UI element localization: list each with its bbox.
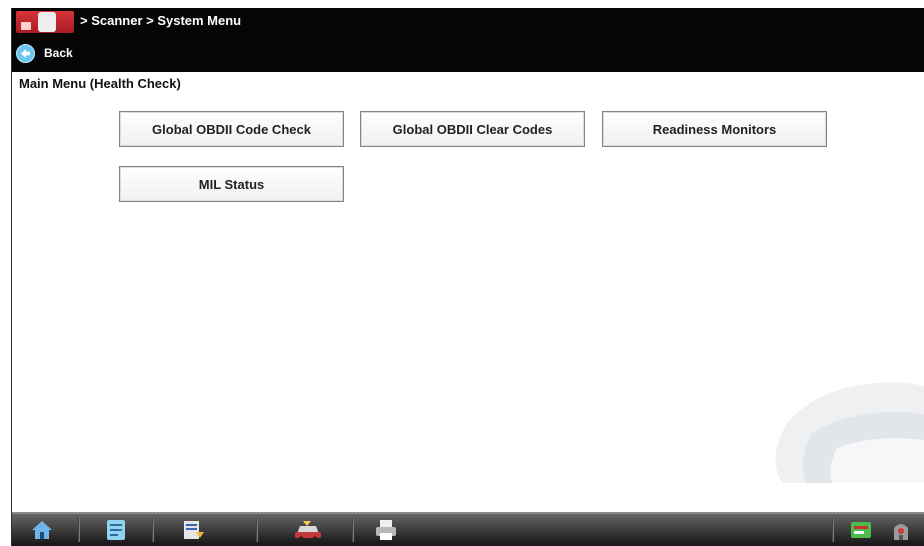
readiness-monitors-button[interactable]: Readiness Monitors bbox=[602, 111, 827, 147]
scanner-logo-icon[interactable] bbox=[16, 11, 74, 33]
back-label: Back bbox=[44, 46, 73, 60]
breadcrumb: > Scanner > System Menu bbox=[80, 13, 242, 28]
printer-icon[interactable] bbox=[368, 517, 404, 543]
app-window: > Scanner > System Menu Back Main Menu (… bbox=[11, 8, 924, 546]
notes-icon[interactable] bbox=[98, 517, 134, 543]
global-obdii-code-check-button[interactable]: Global OBDII Code Check bbox=[119, 111, 344, 147]
home-icon[interactable] bbox=[24, 517, 60, 543]
mil-status-button[interactable]: MIL Status bbox=[119, 166, 344, 202]
tools-icon[interactable] bbox=[846, 517, 876, 543]
back-button[interactable]: Back bbox=[16, 42, 73, 64]
global-obdii-clear-codes-button[interactable]: Global OBDII Clear Codes bbox=[360, 111, 585, 147]
title-bar: > Scanner > System Menu Back bbox=[12, 8, 924, 72]
back-arrow-icon bbox=[16, 43, 35, 63]
data-icon[interactable] bbox=[176, 517, 212, 543]
page-title: Main Menu (Health Check) bbox=[19, 76, 181, 91]
connection-icon[interactable] bbox=[886, 517, 916, 543]
taskbar bbox=[12, 512, 924, 546]
vehicle-icon[interactable] bbox=[288, 517, 328, 543]
background-watermark bbox=[775, 382, 924, 483]
